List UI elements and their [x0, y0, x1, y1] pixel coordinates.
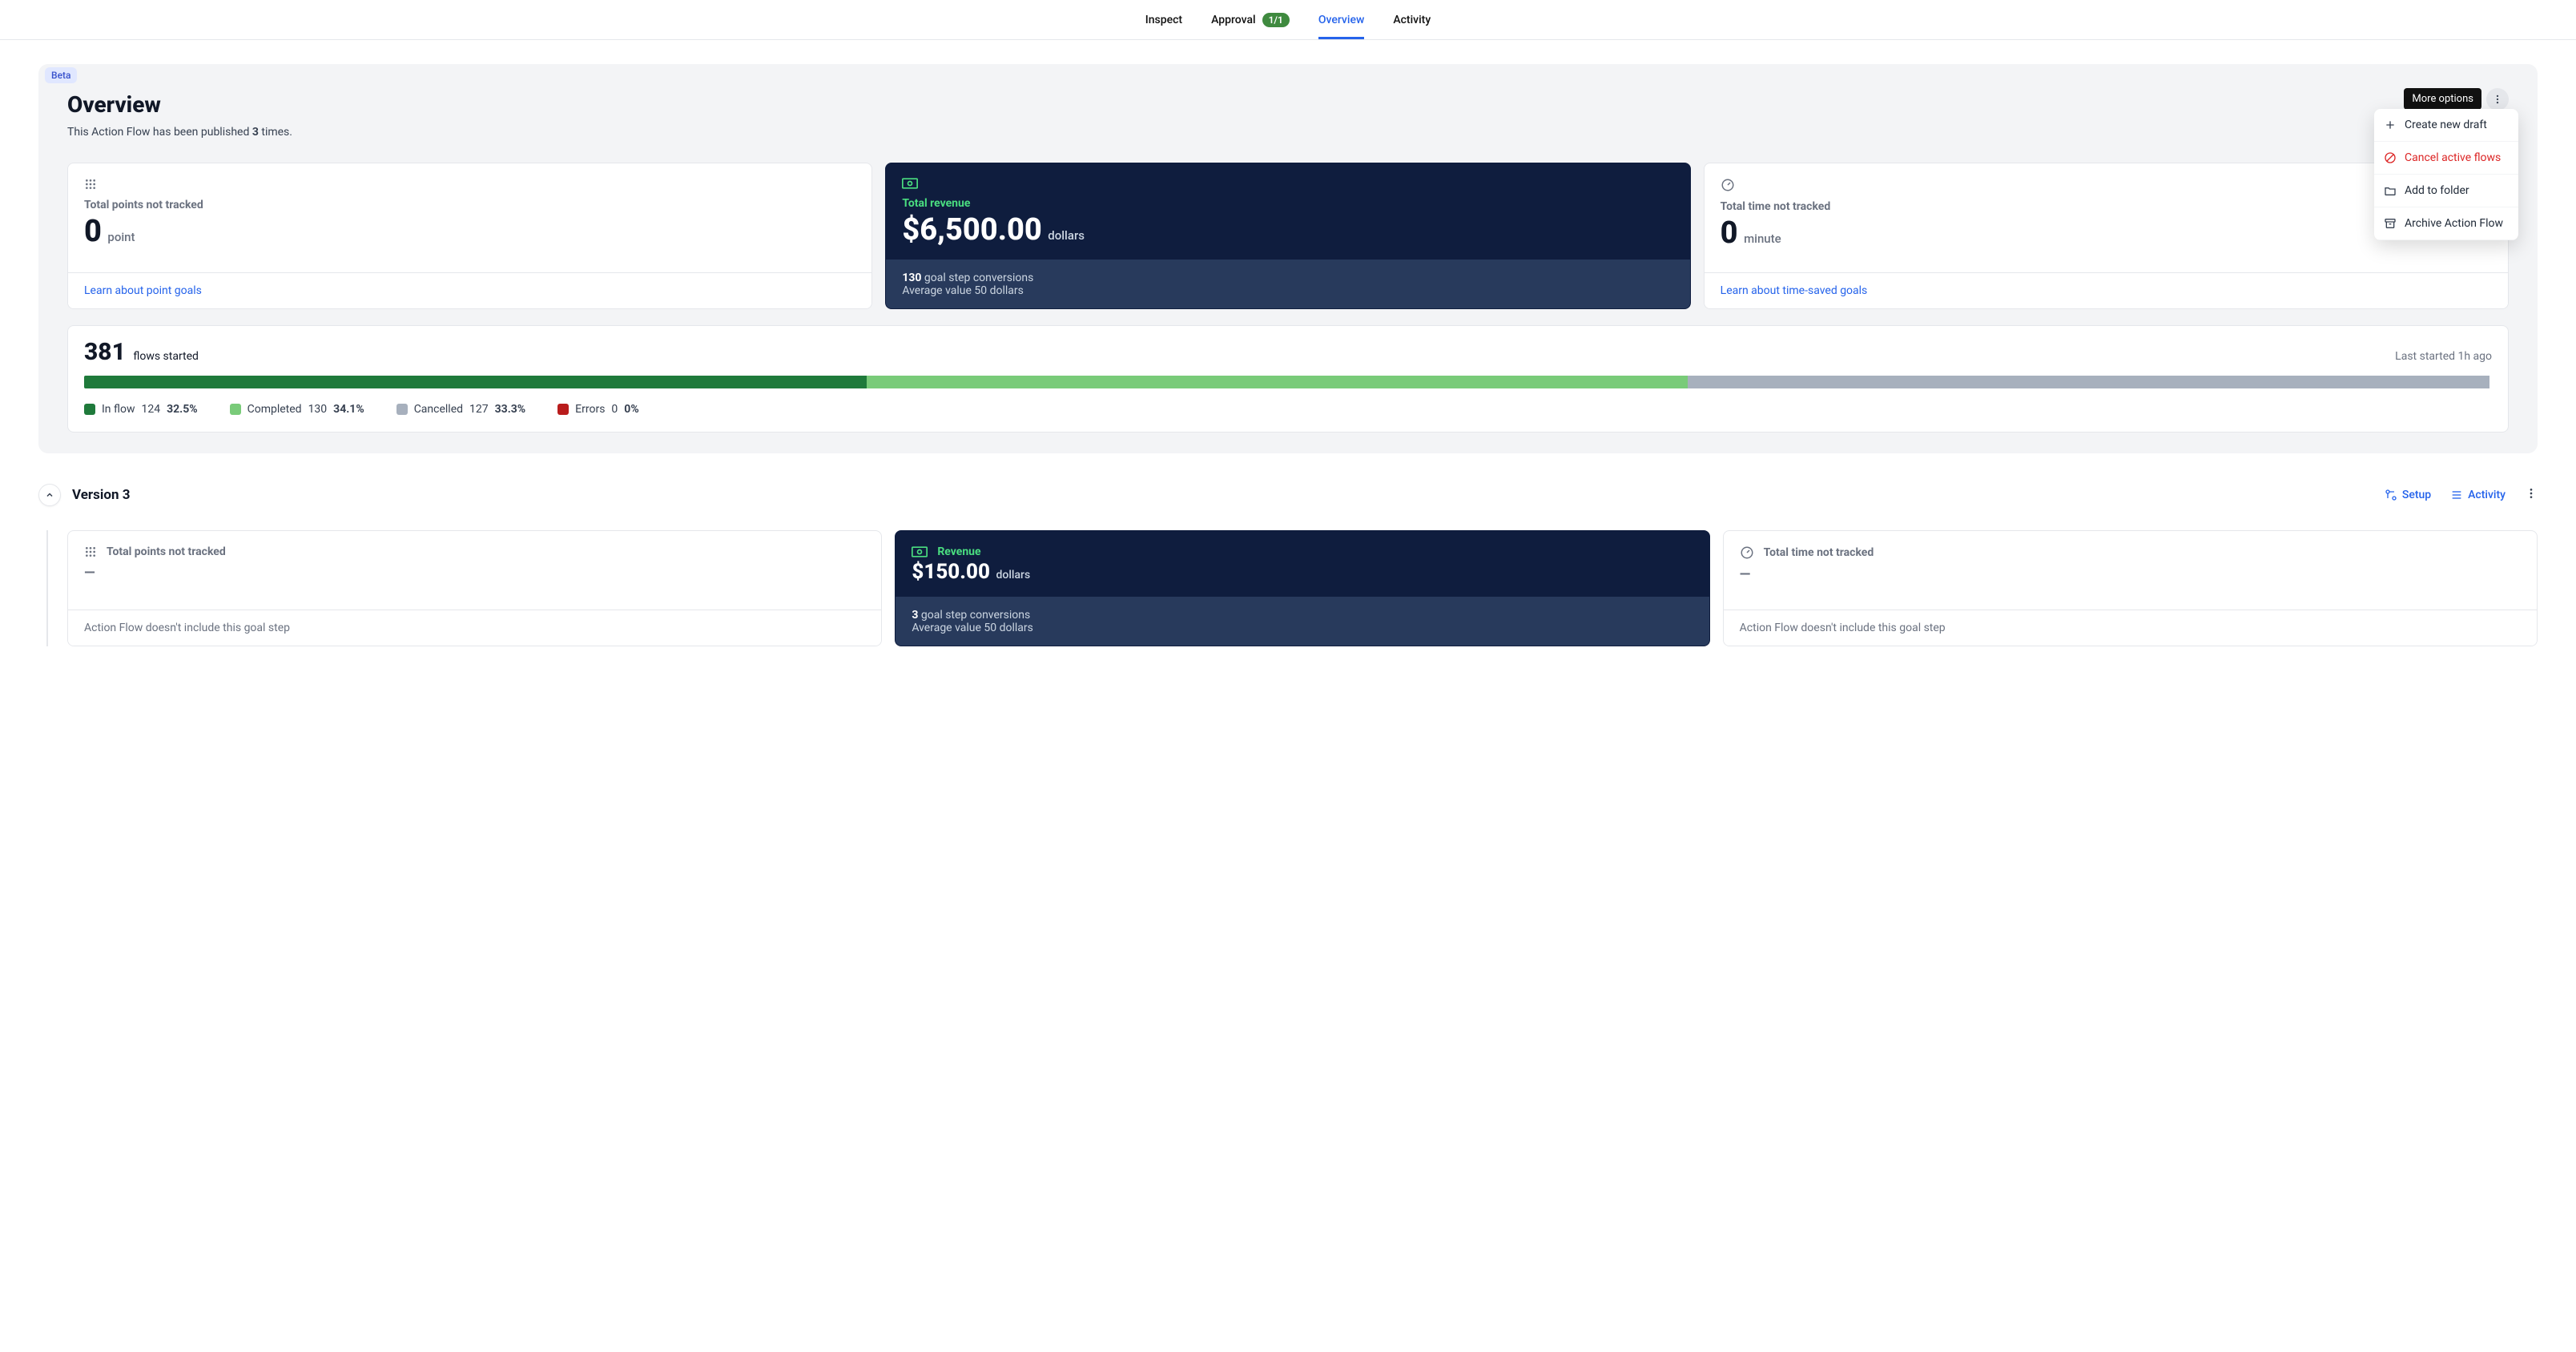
setup-icon	[2385, 489, 2397, 501]
beta-badge: Beta	[45, 67, 77, 83]
chevron-up-icon	[45, 490, 54, 500]
card-time-unit: minute	[1744, 231, 1781, 246]
folder-icon	[2384, 184, 2397, 197]
gauge-icon	[1740, 545, 1754, 560]
card-revenue: Total revenue $6,500.00 dollars 130 goal…	[885, 163, 1690, 309]
version-card-revenue: Revenue $150.00 dollars 3 goal step conv…	[895, 530, 1709, 646]
approval-badge: 1/1	[1262, 13, 1290, 27]
more-vertical-icon	[2492, 94, 2503, 105]
menu-create-draft[interactable]: Create new draft	[2374, 109, 2518, 142]
version-card-points: Total points not tracked — Action Flow d…	[67, 530, 882, 646]
money-icon	[912, 546, 928, 557]
flows-progress-bar	[84, 376, 2492, 388]
menu-cancel-flows[interactable]: Cancel active flows	[2374, 142, 2518, 175]
learn-point-goals-link[interactable]: Learn about point goals	[84, 284, 202, 297]
card-revenue-title: Total revenue	[902, 197, 1673, 210]
bar-cancelled	[1688, 376, 2489, 388]
version-collapse-button[interactable]	[38, 484, 61, 506]
version-revenue-value: $150.00	[912, 560, 990, 584]
more-vertical-icon	[2525, 487, 2538, 500]
bar-completed	[867, 376, 1688, 388]
version-points-title: Total points not tracked	[107, 545, 226, 558]
version-time-value: —	[1740, 566, 1751, 583]
grid-icon	[84, 545, 97, 558]
version-time-title: Total time not tracked	[1764, 546, 1874, 559]
tab-overview[interactable]: Overview	[1318, 0, 1364, 39]
card-revenue-value: $6,500.00	[902, 212, 1041, 247]
flows-last-started: Last started 1h ago	[2395, 350, 2492, 363]
version-revenue-title: Revenue	[937, 545, 980, 558]
version-title: Version 3	[72, 487, 130, 503]
cancel-icon	[2384, 151, 2397, 164]
overview-panel: Beta Overview This Action Flow has been …	[38, 64, 2538, 453]
more-options-button[interactable]	[2486, 88, 2509, 111]
card-revenue-unit: dollars	[1048, 228, 1085, 243]
card-points-unit: point	[107, 230, 135, 244]
version-setup-link[interactable]: Setup	[2385, 489, 2431, 501]
bar-inflow	[84, 376, 867, 388]
version-points-value: —	[84, 565, 95, 581]
card-points: Total points not tracked 0 point Learn a…	[67, 163, 872, 309]
flows-count: 381	[84, 338, 126, 366]
gauge-icon	[1721, 178, 1735, 192]
menu-add-folder[interactable]: Add to folder	[2374, 175, 2518, 207]
learn-time-goals-link[interactable]: Learn about time-saved goals	[1721, 284, 1868, 297]
menu-archive[interactable]: Archive Action Flow	[2374, 207, 2518, 240]
activity-icon	[2450, 489, 2463, 501]
legend-completed: Completed 130 34.1%	[230, 403, 364, 416]
card-time-value: 0	[1721, 215, 1738, 251]
overview-menu: Create new draft Cancel active flows Add…	[2374, 109, 2518, 240]
legend-errors: Errors 0 0%	[557, 403, 639, 416]
version-revenue-unit: dollars	[996, 569, 1030, 581]
card-points-title: Total points not tracked	[84, 199, 855, 211]
grid-icon	[84, 178, 97, 191]
version-points-foot: Action Flow doesn't include this goal st…	[84, 622, 290, 634]
version-section: Version 3 Setup Activity	[38, 484, 2538, 646]
version-card-time: Total time not tracked — Action Flow doe…	[1723, 530, 2538, 646]
version-time-foot: Action Flow doesn't include this goal st…	[1740, 622, 1946, 634]
tab-approval[interactable]: Approval 1/1	[1211, 0, 1290, 39]
card-points-value: 0	[84, 214, 102, 249]
page-title: Overview	[67, 91, 292, 118]
money-icon	[902, 178, 918, 189]
flows-card: 381 flows started Last started 1h ago In…	[67, 325, 2509, 433]
tab-bar: Inspect Approval 1/1 Overview Activity	[0, 0, 2576, 40]
legend-cancelled: Cancelled 127 33.3%	[396, 403, 525, 416]
legend-inflow: In flow 124 32.5%	[84, 403, 198, 416]
more-options-tooltip: More options	[2404, 88, 2481, 110]
plus-icon	[2384, 119, 2397, 131]
version-more-button[interactable]	[2525, 487, 2538, 503]
publish-count-text: This Action Flow has been published 3 ti…	[67, 126, 292, 139]
tab-inspect[interactable]: Inspect	[1145, 0, 1182, 39]
version-activity-link[interactable]: Activity	[2450, 489, 2506, 501]
flows-label: flows started	[133, 350, 199, 363]
tab-activity[interactable]: Activity	[1393, 0, 1431, 39]
archive-icon	[2384, 217, 2397, 230]
